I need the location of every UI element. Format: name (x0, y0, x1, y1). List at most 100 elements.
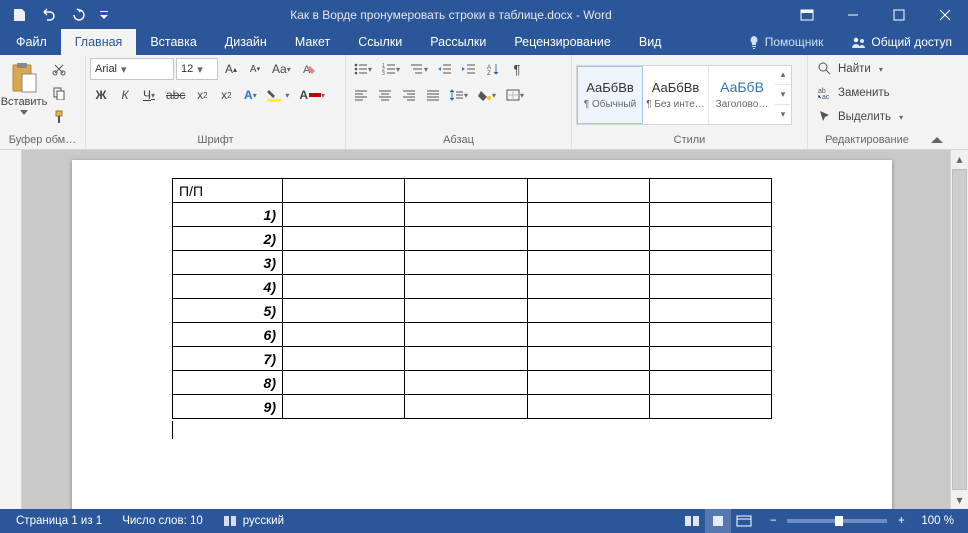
table-row: 9) (173, 395, 772, 419)
font-color-button[interactable]: A▾ (295, 84, 329, 106)
subscript-button[interactable]: x2 (191, 84, 213, 106)
bold-button[interactable]: Ж (90, 84, 112, 106)
status-bar: Страница 1 из 1 Число слов: 10 русский −… (0, 509, 968, 533)
zoom-slider[interactable] (787, 519, 887, 523)
scroll-down-button[interactable]: ▾ (951, 491, 968, 509)
undo-button[interactable] (36, 4, 62, 26)
zoom-in-button[interactable]: + (893, 515, 909, 527)
vertical-ruler[interactable] (0, 150, 22, 509)
copy-button[interactable] (48, 82, 70, 104)
line-spacing-button[interactable]: ▾ (446, 84, 472, 106)
text-effects-button[interactable]: A▾ (239, 84, 261, 106)
tab-design[interactable]: Дизайн (211, 29, 281, 55)
status-page[interactable]: Страница 1 из 1 (6, 509, 112, 533)
table-header-cell[interactable]: П/П (173, 179, 283, 203)
multilevel-list-icon (410, 63, 424, 75)
sort-button[interactable]: AZ (482, 58, 504, 80)
italic-button[interactable]: К (114, 84, 136, 106)
borders-icon (506, 89, 520, 101)
minimize-button[interactable] (830, 0, 876, 29)
replace-button[interactable]: abac Заменить (814, 82, 907, 104)
title-bar: Как в Ворде пронумеровать строки в табли… (0, 0, 968, 29)
gallery-more-button[interactable]: ▾ (775, 105, 791, 124)
tab-insert[interactable]: Вставка (136, 29, 210, 55)
bullets-button[interactable]: ▾ (350, 58, 376, 80)
tab-layout[interactable]: Макет (281, 29, 344, 55)
document-table[interactable]: П/П 1) 2) 3) 4) 5) 6) 7) 8) 9) (172, 178, 772, 419)
document-area[interactable]: П/П 1) 2) 3) 4) 5) 6) 7) 8) 9) (22, 150, 950, 509)
maximize-button[interactable] (876, 0, 922, 29)
tab-home[interactable]: Главная (61, 29, 137, 55)
style-no-spacing[interactable]: АаБбВв ¶ Без инте… (643, 66, 709, 124)
strikethrough-button[interactable]: abc (162, 84, 189, 106)
table-row: 4) (173, 275, 772, 299)
style-heading1[interactable]: АаБбВ Заголово… (709, 66, 775, 124)
align-left-button[interactable] (350, 84, 372, 106)
cut-button[interactable] (48, 58, 70, 80)
gallery-down-button[interactable]: ▾ (775, 85, 791, 105)
change-case-button[interactable]: Aa▾ (268, 58, 295, 80)
style-normal[interactable]: АаБбВв ¶ Обычный (577, 66, 643, 124)
share-button[interactable]: Общий доступ (839, 29, 964, 55)
clear-formatting-button[interactable]: A (297, 58, 321, 80)
text-cursor (172, 421, 173, 439)
table-cell[interactable] (283, 179, 405, 203)
chevron-up-icon (931, 135, 943, 145)
zoom-level[interactable]: 100 % (921, 515, 954, 527)
tab-references[interactable]: Ссылки (344, 29, 416, 55)
redo-button[interactable] (66, 4, 92, 26)
decrease-indent-button[interactable] (434, 58, 456, 80)
show-marks-button[interactable]: ¶ (506, 58, 528, 80)
underline-button[interactable]: Ч▾ (138, 84, 160, 106)
print-layout-button[interactable] (705, 509, 731, 533)
gallery-up-button[interactable]: ▴ (775, 66, 791, 86)
tab-file[interactable]: Файл (2, 29, 61, 55)
select-button[interactable]: Выделить ▾ (814, 106, 907, 128)
collapse-ribbon-button[interactable] (926, 55, 948, 149)
shrink-font-button[interactable]: A▾ (244, 58, 266, 80)
qat-customize-button[interactable] (96, 4, 112, 26)
chevron-down-icon: ▾ (121, 63, 127, 76)
font-name-combo[interactable]: Arial▾ (90, 58, 174, 80)
font-size-combo[interactable]: 12▾ (176, 58, 218, 80)
save-button[interactable] (6, 4, 32, 26)
tab-view[interactable]: Вид (625, 29, 676, 55)
window-controls (830, 0, 968, 29)
format-painter-button[interactable] (48, 106, 70, 128)
tab-mailings[interactable]: Рассылки (416, 29, 500, 55)
align-right-button[interactable] (398, 84, 420, 106)
find-button[interactable]: Найти ▾ (814, 58, 907, 80)
align-center-button[interactable] (374, 84, 396, 106)
numbering-button[interactable]: 123▾ (378, 58, 404, 80)
status-word-count[interactable]: Число слов: 10 (112, 509, 213, 533)
increase-indent-button[interactable] (458, 58, 480, 80)
web-layout-button[interactable] (731, 509, 757, 533)
superscript-button[interactable]: x2 (215, 84, 237, 106)
paste-button[interactable]: Вставить (4, 58, 44, 115)
status-language[interactable]: русский (213, 509, 294, 533)
grow-font-button[interactable]: A▴ (220, 58, 242, 80)
tell-me-input[interactable]: Помощник (737, 29, 834, 55)
ribbon-display-options-button[interactable] (784, 0, 830, 29)
shading-button[interactable]: ▾ (474, 84, 500, 106)
tab-review[interactable]: Рецензирование (500, 29, 625, 55)
zoom-out-button[interactable]: − (765, 515, 781, 527)
read-mode-button[interactable] (679, 509, 705, 533)
group-paragraph-label: Абзац (350, 131, 567, 149)
highlight-button[interactable]: ▾ (263, 84, 293, 106)
multilevel-list-button[interactable]: ▾ (406, 58, 432, 80)
table-cell[interactable] (649, 179, 771, 203)
table-cell[interactable] (527, 179, 649, 203)
vertical-scrollbar[interactable]: ▴ ▾ (950, 150, 968, 509)
justify-button[interactable] (422, 84, 444, 106)
scroll-thumb[interactable] (952, 169, 967, 490)
paintbrush-icon (52, 110, 66, 124)
zoom-slider-thumb[interactable] (835, 516, 843, 526)
group-clipboard-label: Буфер обм… (4, 131, 81, 149)
table-cell[interactable] (405, 179, 527, 203)
document-title: Как в Ворде пронумеровать строки в табли… (118, 8, 784, 22)
page: П/П 1) 2) 3) 4) 5) 6) 7) 8) 9) (72, 160, 892, 509)
scroll-up-button[interactable]: ▴ (951, 150, 968, 168)
borders-button[interactable]: ▾ (502, 84, 528, 106)
close-button[interactable] (922, 0, 968, 29)
